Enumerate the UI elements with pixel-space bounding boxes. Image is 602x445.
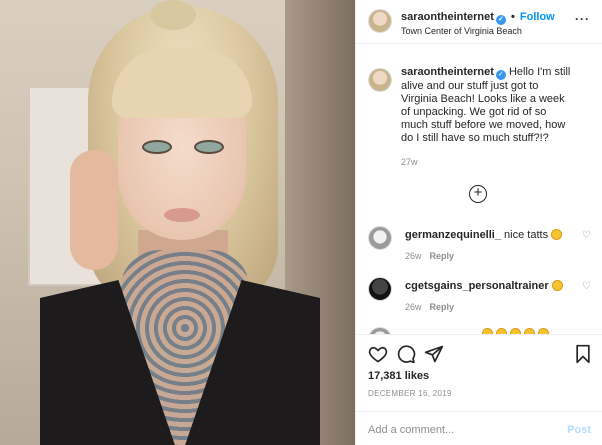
username-link[interactable]: saraontheinternet <box>401 11 494 23</box>
save-icon[interactable] <box>573 344 593 364</box>
comment-time[interactable]: 26w <box>405 302 422 312</box>
photo-eye-left <box>142 140 172 154</box>
thinking-emoji-icon <box>551 280 563 291</box>
post-button[interactable]: Post <box>567 424 591 436</box>
add-comment-bar: Add a comment... Post <box>356 411 602 445</box>
like-count[interactable]: 17,381 likes <box>368 370 429 382</box>
comment-meta: 26w Reply <box>405 251 454 261</box>
post-header: saraontheinternet ✓ • Follow Town Center … <box>356 0 602 44</box>
caption-timestamp[interactable]: 27w <box>401 157 418 167</box>
smile-emoji-icon <box>551 229 563 240</box>
header-username-row: saraontheinternet ✓ • Follow <box>401 11 555 25</box>
load-more-icon[interactable]: + <box>469 185 487 203</box>
caption-username[interactable]: saraontheinternet <box>401 66 494 78</box>
comment-icon[interactable] <box>396 344 416 364</box>
heart-icon[interactable] <box>368 344 388 364</box>
post-sidebar: saraontheinternet ✓ • Follow Town Center … <box>355 0 602 445</box>
comment-meta: 26w Reply <box>405 302 454 312</box>
comment-line: cgetsgains_personaltrainer <box>405 280 563 292</box>
reply-button[interactable]: Reply <box>430 302 455 312</box>
heart-icon[interactable]: ♡ <box>582 230 591 241</box>
post-date[interactable]: DECEMBER 16, 2019 <box>368 389 452 398</box>
avatar[interactable] <box>368 226 392 250</box>
photo-hair-bun <box>150 0 196 30</box>
photo-hand <box>70 150 118 270</box>
post-actions: 17,381 likes DECEMBER 16, 2019 Add a com… <box>356 334 602 445</box>
follow-button[interactable]: Follow <box>520 11 555 23</box>
heart-icon[interactable]: ♡ <box>582 281 591 292</box>
comment-text: nice tatts <box>504 229 549 241</box>
comment-time[interactable]: 26w <box>405 251 422 261</box>
photo-eye-right <box>194 140 224 154</box>
avatar[interactable] <box>368 9 392 33</box>
location-link[interactable]: Town Center of Virginia Beach <box>401 26 522 36</box>
photo-lips <box>164 208 200 222</box>
avatar[interactable] <box>368 68 392 92</box>
photo-bangs <box>112 48 252 118</box>
reply-button[interactable]: Reply <box>430 251 455 261</box>
share-icon[interactable] <box>424 344 444 364</box>
post-photo[interactable] <box>0 0 355 445</box>
comment-username[interactable]: germanzequinelli_ <box>405 229 501 241</box>
separator-dot: • <box>507 11 518 23</box>
caption-text: saraontheinternet ✓ Hello I'm still alive… <box>401 66 571 145</box>
more-icon[interactable]: ··· <box>575 12 590 26</box>
verified-icon: ✓ <box>495 70 506 80</box>
verified-icon: ✓ <box>495 15 506 25</box>
action-icons <box>368 344 593 366</box>
avatar[interactable] <box>368 277 392 301</box>
comment-input[interactable]: Add a comment... <box>368 424 454 436</box>
comment-username[interactable]: cgetsgains_personaltrainer <box>405 280 549 292</box>
comment-line: germanzequinelli_ nice tatts <box>405 229 563 241</box>
